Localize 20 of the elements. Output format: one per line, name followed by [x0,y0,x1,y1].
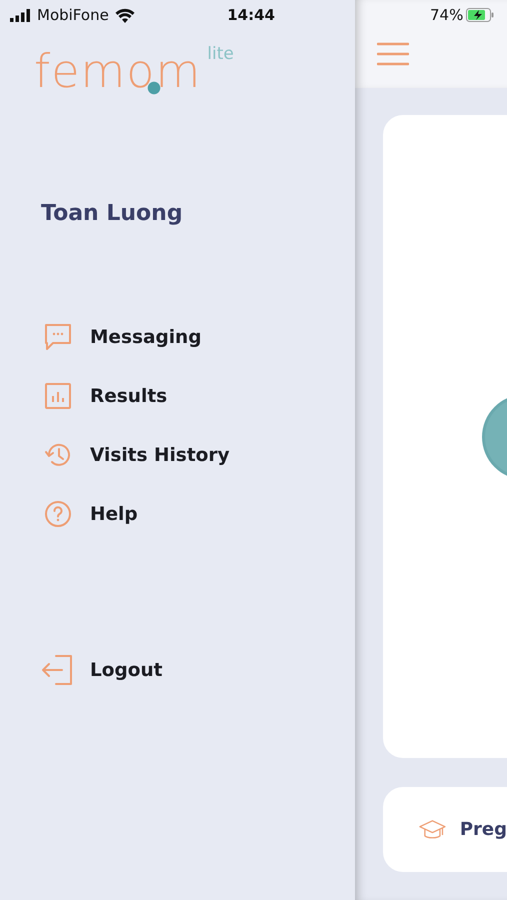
menu-item[interactable]: Help [43,499,138,529]
help-icon [43,499,73,529]
battery-icon [466,8,494,22]
battery-percent: 74% [430,6,464,24]
bar-chart-icon [43,381,73,411]
menu-item[interactable]: Results [43,381,168,411]
carrier-name: MobiFone [37,6,109,24]
wifi-icon [114,8,135,22]
chat-icon [43,322,73,352]
menu-item[interactable]: Messaging [43,322,202,352]
menu-item[interactable]: Visits History [43,440,230,470]
menu-button[interactable] [377,42,409,66]
logo-suffix: lite [207,44,234,64]
signal-icon [10,8,32,22]
logout-button[interactable]: Logout [40,653,162,687]
lesson-title: Preg [460,819,507,840]
user-name: Toan Luong [41,201,184,226]
logout-icon [40,653,74,687]
status-time: 14:44 [227,6,275,24]
lesson-card[interactable]: Preg [383,787,507,872]
